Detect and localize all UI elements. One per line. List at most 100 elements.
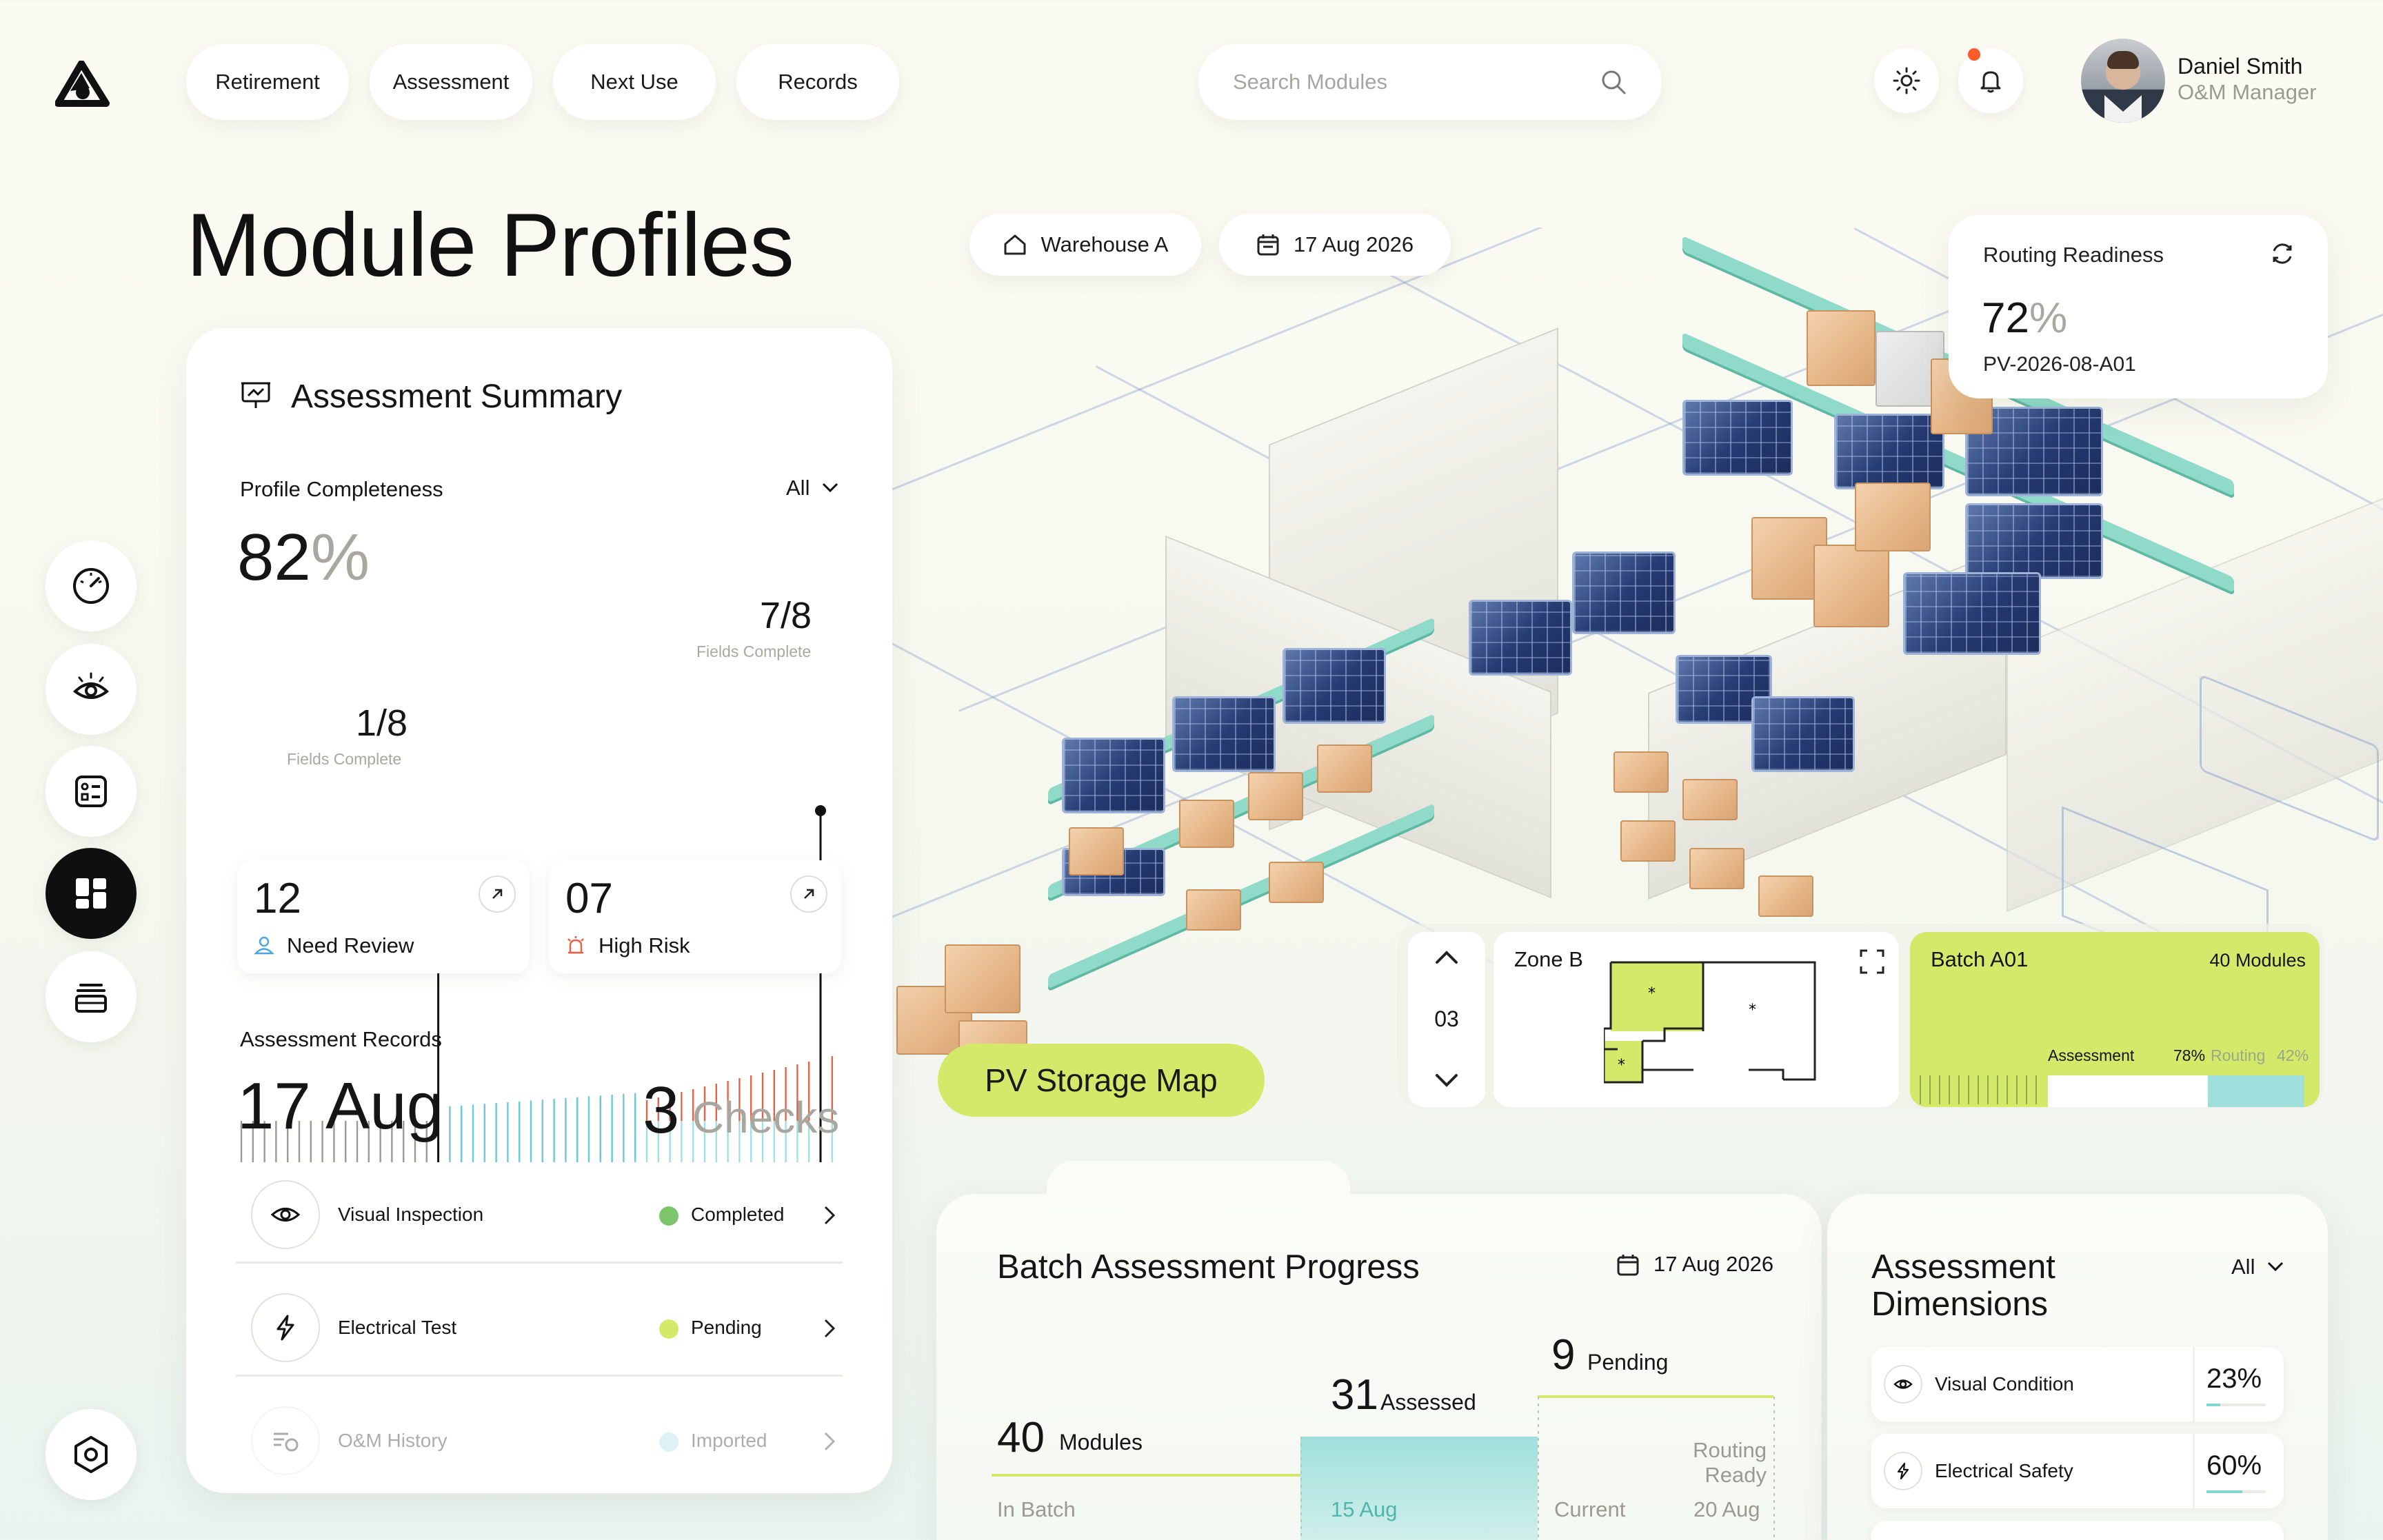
batch-routing-pct: 42% <box>2277 1046 2309 1064</box>
nav-records[interactable]: Records <box>736 44 899 120</box>
user-avatar[interactable] <box>2081 39 2165 123</box>
summary-title: Assessment Summary <box>291 378 623 415</box>
floor-number: 03 <box>1434 1006 1459 1031</box>
need-review-card[interactable]: 12 Need Review <box>237 860 530 973</box>
lightning-icon <box>276 1315 294 1341</box>
svg-text:*: * <box>1618 1057 1625 1074</box>
record-name: Electrical Test <box>338 1317 457 1338</box>
completeness-label: Profile Completeness <box>240 477 443 501</box>
chevron-right-icon[interactable] <box>822 1317 837 1340</box>
routing-readiness-card[interactable]: Routing Readiness 72% PV-2026-08-A01 <box>1949 215 2328 398</box>
eye-icon <box>1893 1379 1913 1389</box>
assessed-date: 15 Aug <box>1331 1497 1398 1521</box>
dimensions-title-1: Assessment <box>1871 1248 2055 1286</box>
pending-label: Pending <box>1587 1350 1669 1375</box>
batch-card[interactable]: Batch A01 40 Modules Assessment 78% Rout… <box>1910 932 2320 1107</box>
notifications-button[interactable] <box>1958 48 2023 113</box>
high-risk-card[interactable]: 07 High Risk <box>549 860 841 973</box>
modules-label: Modules <box>1059 1430 1143 1455</box>
modules-value: 40 <box>997 1414 1045 1461</box>
svg-text:*: * <box>1749 1002 1756 1019</box>
sidebar-inventory[interactable] <box>46 951 137 1042</box>
sidebar-modules-active[interactable] <box>46 848 137 939</box>
zone-minimap[interactable]: Zone B * * * <box>1494 932 1899 1107</box>
lightning-icon <box>1897 1462 1909 1480</box>
eye-icon <box>72 672 110 699</box>
batch-name: Batch A01 <box>1931 947 2029 971</box>
modules-sub: In Batch <box>997 1497 1076 1521</box>
record-icon-wrap <box>251 1180 320 1249</box>
search-icon[interactable] <box>1600 68 1627 96</box>
nav-retirement[interactable]: Retirement <box>186 44 349 120</box>
record-icon-wrap <box>251 1406 320 1475</box>
batch-assessment-bar <box>2048 1075 2208 1107</box>
high-risk-label: High Risk <box>599 933 690 958</box>
nav-next-use[interactable]: Next Use <box>553 44 716 120</box>
record-status: Pending <box>691 1317 762 1338</box>
app-logo[interactable] <box>54 60 110 109</box>
floor-selector[interactable]: 03 <box>1408 932 1485 1107</box>
expand-icon[interactable] <box>1859 949 1885 975</box>
chevron-down-icon[interactable] <box>1433 1070 1460 1091</box>
status-dot <box>659 1206 678 1226</box>
dimension-icon-wrap <box>1884 1452 1922 1490</box>
arrow-out-icon[interactable] <box>790 875 827 913</box>
status-dot <box>659 1432 678 1452</box>
theme-toggle-button[interactable] <box>1874 48 1939 113</box>
logo-icon <box>54 60 110 107</box>
record-icon-wrap <box>251 1293 320 1362</box>
assessment-dimensions-card: Assessment Dimensions All Visual Conditi… <box>1827 1194 2328 1540</box>
search-input[interactable]: Search Modules <box>1233 70 1387 94</box>
completeness-filter[interactable]: All <box>786 476 840 500</box>
routing-value-wrap: 72% <box>1982 294 2067 343</box>
dimension-divider <box>2193 1347 2195 1421</box>
record-row[interactable]: Electrical Test Pending <box>236 1289 843 1372</box>
bell-icon <box>1980 71 2001 93</box>
arrow-out-icon[interactable] <box>479 875 516 913</box>
svg-text:*: * <box>1648 985 1656 1002</box>
batch-routing-bar <box>2208 1075 2304 1107</box>
batch-progress-title: Batch Assessment Progress <box>997 1248 1420 1286</box>
records-date: 17 Aug <box>237 1069 443 1143</box>
chevron-up-icon[interactable] <box>1433 947 1460 968</box>
zone-label: Zone B <box>1514 947 1583 971</box>
refresh-icon[interactable] <box>2269 240 2296 267</box>
dimension-row-visual[interactable]: Visual Condition 23% <box>1871 1347 2284 1421</box>
record-status: Imported <box>691 1430 767 1451</box>
record-row[interactable]: Visual Inspection Completed <box>236 1176 843 1259</box>
dimension-row-partial[interactable] <box>1871 1521 2284 1540</box>
records-count: 3 <box>643 1073 680 1147</box>
sidebar-inspection[interactable] <box>46 644 137 735</box>
sidebar-dashboard[interactable] <box>46 540 137 631</box>
user-name: Daniel Smith <box>2178 54 2303 79</box>
sidebar-settings[interactable] <box>46 1409 137 1500</box>
pending-value: 9 <box>1551 1331 1576 1379</box>
chart-marker-dot <box>815 805 826 816</box>
page-title: Module Profiles <box>186 194 794 295</box>
sidebar-checklist[interactable] <box>46 746 137 837</box>
routing-title: Routing Readiness <box>1983 243 2164 267</box>
batch-routing-label: Routing <box>2211 1046 2266 1064</box>
need-review-label: Need Review <box>287 933 414 958</box>
user-role: O&M Manager <box>2178 80 2317 104</box>
routing-label-2: Ready <box>1705 1463 1767 1487</box>
search-bar[interactable]: Search Modules <box>1198 44 1662 120</box>
records-label: Assessment Records <box>240 1027 442 1051</box>
dimension-row-electrical[interactable]: Electrical Safety 60% <box>1871 1434 2284 1508</box>
calendar-icon <box>1617 1255 1639 1276</box>
status-dot <box>659 1319 678 1339</box>
date-chip[interactable]: 17 Aug 2026 <box>1219 214 1451 276</box>
record-row[interactable]: O&M History Imported <box>236 1402 843 1485</box>
routing-batch-id: PV-2026-08-A01 <box>1983 353 2136 376</box>
dimension-icon-wrap <box>1884 1365 1922 1404</box>
pv-storage-map-label[interactable]: PV Storage Map <box>938 1044 1265 1117</box>
chevron-right-icon[interactable] <box>822 1204 837 1227</box>
batch-assessment-label: Assessment <box>2048 1046 2135 1064</box>
chevron-right-icon[interactable] <box>822 1430 837 1453</box>
dimension-bar <box>2206 1404 2220 1406</box>
nav-assessment[interactable]: Assessment <box>370 44 532 120</box>
dimension-value: 60% <box>2206 1450 2262 1481</box>
location-chip[interactable]: Warehouse A <box>969 214 1201 276</box>
assessed-label: Assessed <box>1380 1390 1476 1415</box>
dimensions-filter[interactable]: All <box>2231 1255 2285 1279</box>
